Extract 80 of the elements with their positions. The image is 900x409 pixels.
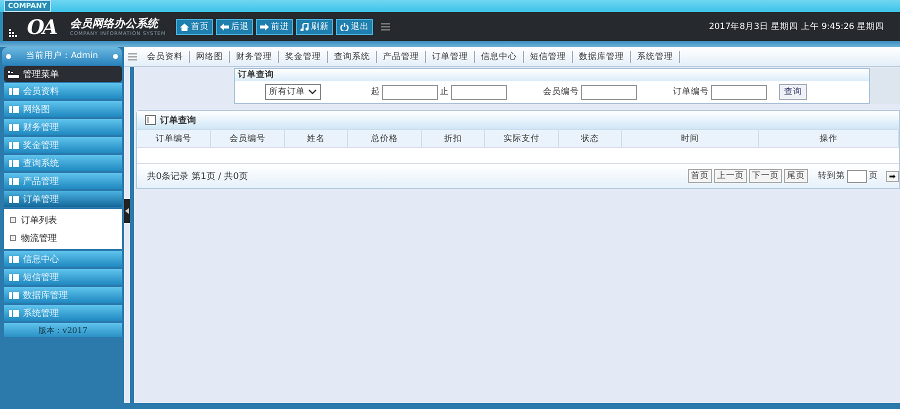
panel-icon bbox=[9, 256, 19, 262]
nav-link[interactable]: 短信管理 bbox=[524, 50, 573, 62]
field-label: 起 bbox=[371, 86, 380, 98]
panel-background bbox=[870, 68, 900, 104]
nav-link[interactable]: 会员资料 bbox=[141, 50, 190, 62]
column-header: 时间 bbox=[622, 130, 759, 147]
pager-button[interactable]: 首页 bbox=[688, 169, 712, 183]
field-label: 止 bbox=[440, 86, 449, 98]
record-summary: 共0条记录 第1页 / 共0页 bbox=[147, 170, 248, 182]
panel-title: 订单查询 bbox=[238, 70, 274, 80]
square-icon bbox=[10, 217, 16, 223]
menu-title: 管理菜单 bbox=[23, 68, 59, 80]
nav-link[interactable]: 财务管理 bbox=[230, 50, 279, 62]
collapse-handle[interactable] bbox=[124, 199, 130, 223]
music-note-icon bbox=[300, 22, 309, 30]
panel-icon bbox=[9, 142, 19, 148]
panel-title: 订单查询 bbox=[160, 114, 196, 126]
search-button[interactable]: 查询 bbox=[779, 84, 807, 100]
panel-icon bbox=[9, 274, 19, 280]
column-header: 操作 bbox=[759, 130, 899, 147]
order-filter-dropdown[interactable]: 所有订单 bbox=[265, 84, 321, 100]
home-icon bbox=[180, 22, 189, 30]
column-header: 折扣 bbox=[422, 130, 485, 147]
goto-label: 转到第 bbox=[818, 170, 845, 182]
column-header: 实际支付 bbox=[485, 130, 559, 147]
nav-link[interactable]: 信息中心 bbox=[475, 50, 524, 62]
logo: OA bbox=[27, 14, 56, 38]
panel-icon bbox=[9, 196, 19, 202]
pager-button[interactable]: 下一页 bbox=[749, 169, 782, 183]
arrow-right-icon bbox=[260, 22, 269, 30]
table-icon bbox=[145, 115, 156, 125]
current-user: 当前用户：Admin bbox=[26, 50, 98, 62]
order-id-field[interactable] bbox=[711, 84, 767, 100]
column-header: 姓名 bbox=[285, 130, 348, 147]
power-icon bbox=[340, 22, 349, 30]
toolbar-button[interactable]: 退出 bbox=[336, 18, 373, 34]
panel-icon bbox=[9, 178, 19, 184]
toolbar-button[interactable]: 前进 bbox=[256, 18, 293, 34]
toolbar-button[interactable]: 刷新 bbox=[296, 18, 333, 34]
page-label: 页 bbox=[869, 170, 878, 182]
field-label: 会员编号 bbox=[543, 86, 579, 98]
pager-button[interactable]: 尾页 bbox=[784, 169, 808, 183]
nav-link[interactable]: 产品管理 bbox=[377, 50, 426, 62]
square-icon bbox=[10, 235, 16, 241]
submenu-item[interactable]: 物流管理 bbox=[4, 229, 122, 247]
app-title: 会员网络办公系统 bbox=[70, 16, 160, 31]
nav-link[interactable]: 系统管理 bbox=[631, 50, 680, 62]
chevron-down-icon bbox=[308, 89, 317, 95]
stairs-icon bbox=[9, 29, 19, 38]
end-input-field[interactable] bbox=[451, 84, 507, 100]
panel-icon bbox=[9, 106, 19, 112]
pager-button[interactable]: 上一页 bbox=[714, 169, 747, 183]
submenu-item[interactable]: 订单列表 bbox=[4, 211, 122, 229]
page-input-field[interactable] bbox=[847, 170, 867, 182]
toolbar-button[interactable]: 后退 bbox=[216, 18, 253, 34]
column-header: 状态 bbox=[559, 130, 622, 147]
panel-icon bbox=[9, 160, 19, 166]
nav-link[interactable]: 数据库管理 bbox=[573, 50, 631, 62]
date-time: 2017年8月3日 星期四 上午 9:45:26 星期四 bbox=[708, 20, 884, 32]
go-button[interactable]: ➡ bbox=[886, 170, 899, 182]
panel-icon bbox=[9, 88, 19, 94]
toolbar-button[interactable]: 首页 bbox=[176, 18, 213, 34]
nav-link[interactable]: 查询系统 bbox=[328, 50, 377, 62]
nav-link[interactable]: 网络图 bbox=[190, 50, 230, 62]
member-id-field[interactable] bbox=[581, 84, 637, 100]
nav-link[interactable]: 订单管理 bbox=[426, 50, 475, 62]
menu-icon[interactable] bbox=[380, 22, 390, 30]
column-header: 总价格 bbox=[348, 130, 422, 147]
panel-icon bbox=[9, 292, 19, 298]
start-input-field[interactable] bbox=[382, 84, 438, 100]
arrow-left-icon bbox=[220, 22, 229, 30]
nav-link[interactable]: 奖金管理 bbox=[279, 50, 328, 62]
list-icon bbox=[8, 70, 19, 78]
column-header: 会员编号 bbox=[211, 130, 285, 147]
version-label: 版本：v2017 bbox=[38, 324, 88, 336]
panel-icon bbox=[9, 124, 19, 130]
column-header: 订单编号 bbox=[137, 130, 211, 147]
field-label: 订单编号 bbox=[673, 86, 709, 98]
panel-icon bbox=[9, 310, 19, 316]
menu-icon[interactable] bbox=[128, 52, 137, 60]
